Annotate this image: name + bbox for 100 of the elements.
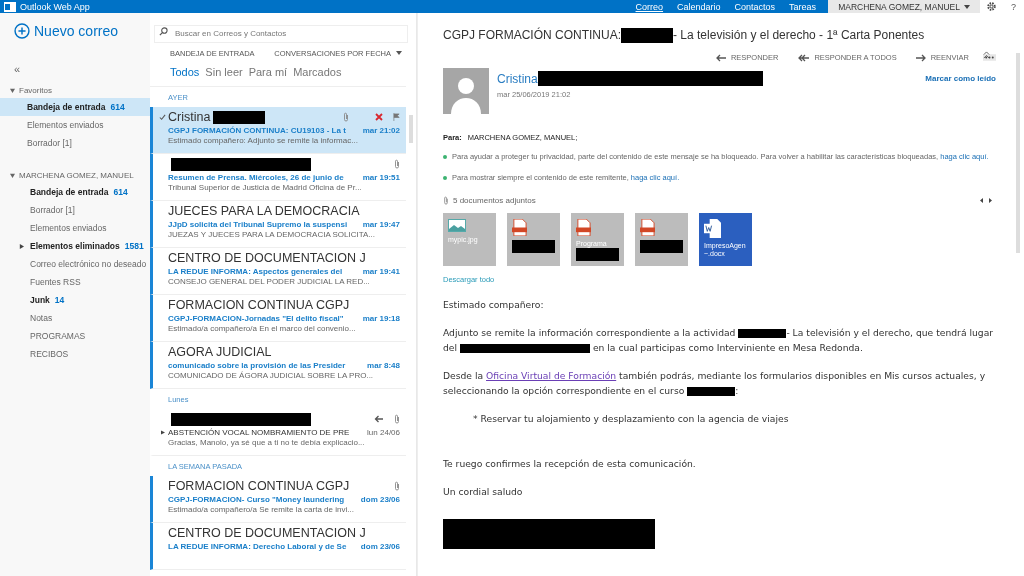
search-field[interactable]: Buscar en Correos y Contactos <box>154 24 408 43</box>
message-item[interactable]: Resumen de Prensa. Miércoles, 26 de junio de mar 19:51 Tribunal Superior de Justicia de Madrid Oficina de Pr... <box>150 153 406 201</box>
folder-item[interactable]: Correo electrónico no deseado <box>0 255 150 273</box>
folder-item[interactable]: Junk 14 <box>0 291 150 309</box>
left-right-arrows-icon[interactable] <box>980 198 992 203</box>
message-item[interactable]: FORMACION CONTINUA CGPJ CGPJ-FORMACION- Curso "Money laundering dom 23/06 Estimado/a compañero/a Se remite la carta de invi... <box>150 475 406 523</box>
message-preview: Estimado/a compañero/a En el marco del convenio... <box>168 323 357 335</box>
sender-name: AGORA JUDICIAL <box>168 345 272 359</box>
redaction-block <box>576 248 619 261</box>
message-item[interactable]: AGORA JUDICIAL comunicado sobre la provisión de las Presider mar 8:48 COMUNICADO DE ÁGORA JUDICIAL SOBRE LA PRO... <box>150 341 406 389</box>
folder-name: Bandeja de entrada <box>30 187 109 197</box>
paperclip-icon <box>394 481 400 491</box>
folder-item[interactable]: Elementos enviados <box>0 116 150 134</box>
unread-count: 614 <box>110 102 125 112</box>
attachments-count: 5 documentos adjuntos <box>453 196 536 205</box>
delete-icon[interactable] <box>375 113 383 121</box>
message-item[interactable]: CENTRO DE DOCUMENTACION J LA REDUE INFORMA: Derecho Laboral y de Se dom 23/06 <box>150 522 406 570</box>
flag-icon[interactable] <box>393 113 400 121</box>
check-icon[interactable] <box>159 113 166 121</box>
body-paragraph: Un cordial saludo <box>443 485 524 499</box>
folder-item[interactable]: Elementos eliminados 1581 <box>0 237 150 255</box>
folder-name: Elementos eliminados <box>30 241 120 251</box>
expand-triangle-icon[interactable] <box>10 173 15 178</box>
mark-as-read-link[interactable]: Marcar como leído <box>925 68 996 83</box>
folder-item[interactable]: Bandeja de entrada 614 <box>0 98 150 116</box>
nav-tab[interactable]: Calendario <box>677 1 721 12</box>
message-item[interactable]: CENTRO DE DOCUMENTACION J LA REDUE INFORMA: Aspectos generales del mar 19:41 CONSEJO GENERAL DEL PODER JUDICIAL LA RED... <box>150 247 406 295</box>
unread-count: 1581 <box>124 241 144 251</box>
collapse-button[interactable]: « <box>14 63 21 75</box>
folder-name: Fuentes RSS <box>30 277 81 287</box>
message-item[interactable]: Cristina CGPJ FORMACIÓN CONTINUA: CU19103 - La t mar 21:02 Estimado compañero: Adjunto se remite la informac... <box>150 106 406 154</box>
paperclip-icon <box>443 196 449 205</box>
scrollbar-thumb[interactable] <box>1016 53 1020 253</box>
message-preview: JUEZAS Y JUECES PARA LA DEMOCRACIA SOLICITA... <box>168 229 377 241</box>
paperclip-icon <box>394 159 400 169</box>
image-file-icon <box>448 219 466 232</box>
scrollbar-thumb[interactable] <box>409 115 413 143</box>
expand-triangle-icon[interactable] <box>19 243 24 249</box>
pdf-file-icon <box>576 219 591 236</box>
folder-item[interactable]: Fuentes RSS <box>0 273 150 291</box>
folder-name: Bandeja de entrada <box>27 102 106 112</box>
app-name: Outlook Web App <box>20 1 90 12</box>
nav-tab[interactable]: Tareas <box>789 1 817 12</box>
message-subject: JJpD solicita del Tribunal Supremo la suspensi <box>168 219 349 229</box>
body-paragraph: Estimado compañero: <box>443 298 545 312</box>
expand-triangle-icon[interactable] <box>10 88 15 93</box>
folder-item[interactable]: RECIBOS <box>0 345 150 363</box>
message-preview: COMUNICADO DE ÁGORA JUDICIAL SOBRE LA PRO... <box>168 370 375 382</box>
redaction-block <box>213 110 266 124</box>
double-chevron-up-icon[interactable] <box>983 51 990 59</box>
sender-name: FORMACION CONTINUA CGPJ <box>168 298 350 312</box>
reply-arrow-icon <box>714 53 727 62</box>
message-item[interactable]: FORMACION CONTINUA CGPJ CGPJ-FORMACION-Jornadas "El delito fiscal" mar 19:18 Estimado/a compañero/a En el marco del convenio... <box>150 294 406 342</box>
folder-item[interactable]: Notas <box>0 309 150 327</box>
sender-name: Cristina <box>168 110 266 124</box>
redaction-block <box>738 328 787 339</box>
filter-tab[interactable]: Sin leer <box>205 65 243 78</box>
filter-tab[interactable]: Marcados <box>293 65 342 78</box>
body-paragraph: Desde la Oficina Virtual de Formación también podrás, mediante los formularios disponibles en Mis cursos actuales, y seleccionando la opción correspondiente en el curso : <box>443 369 987 398</box>
message-preview: Tribunal Superior de Justicia de Madrid Oficina de Pr... <box>168 182 363 194</box>
sender-name: FORMACION CONTINUA CGPJ <box>168 479 350 493</box>
filter-tab[interactable]: Para mí <box>248 65 288 78</box>
folder-item[interactable]: Borrador [1] <box>0 201 150 219</box>
redaction-block <box>512 240 555 253</box>
message-subject: comunicado sobre la provisión de las Presider <box>168 360 347 370</box>
message-item[interactable]: ABSTENCIÓN VOCAL NOMBRAMIENTO DE PRE lun 24/06 Gracias, Manolo, ya sé que a ti no te debía explicacio... <box>150 408 406 456</box>
reply-arrow-icon <box>374 415 384 423</box>
message-subject: LA REDUE INFORMA: Aspectos generales del <box>168 266 344 276</box>
message-time: mar 19:47 <box>362 219 400 229</box>
body-paragraph: Adjunto se remite la información correspondiente a la actividad - La televisión y el derecho, que tendrá lugar del en la cual participas como Interviniente en Mesa Redonda. <box>443 326 995 355</box>
user-menu[interactable]: MARCHENA GOMEZ, MANUEL <box>828 0 980 13</box>
nav-tab[interactable]: Correo <box>635 1 664 12</box>
section-title: MARCHENA GOMEZ, MANUEL <box>19 171 134 180</box>
sender-name: JUECES PARA LA DEMOCRACIA <box>168 204 360 218</box>
pdf-file-icon <box>512 219 527 236</box>
message-subject-title: CGPJ FORMACIÓN CONTINUA: - La televisión y el derecho - 1ª Carta Ponentes <box>443 27 925 43</box>
message-subject: CGPJ-FORMACION-Jornadas "El delito fiscal" <box>168 313 345 323</box>
attachment-tile[interactable] <box>507 213 560 266</box>
link[interactable]: Oficina Virtual de Formación <box>486 370 617 381</box>
message-time: mar 19:41 <box>362 266 400 276</box>
expand-triangle-icon[interactable] <box>161 429 165 435</box>
new-mail-button[interactable]: Nuevo correo <box>0 23 119 39</box>
nav-tab[interactable]: Contactos <box>734 1 776 12</box>
paperclip-icon <box>343 112 349 122</box>
more-options-icon[interactable] <box>983 54 996 61</box>
folder-item[interactable]: Elementos enviados <box>0 219 150 237</box>
folder-item[interactable]: Bandeja de entrada 614 <box>0 183 150 201</box>
attachment-tile[interactable] <box>635 213 688 266</box>
message-subject: CGPJ FORMACIÓN CONTINUA: CU19103 - La t <box>168 125 347 135</box>
help-button[interactable]: ? <box>1003 0 1024 13</box>
message-time: dom 23/06 <box>360 541 400 551</box>
folder-item[interactable]: PROGRAMAS <box>0 327 150 345</box>
message-subject: Resumen de Prensa. Miércoles, 26 de junio de <box>168 172 345 182</box>
message-item[interactable]: JUECES PARA LA DEMOCRACIA JJpD solicita del Tribunal Supremo la suspensi mar 19:47 JUEZAS Y JUECES PARA LA DEMOCRACIA SOLICITA... <box>150 200 406 248</box>
filter-tab[interactable]: Todos <box>170 65 200 78</box>
folder-item[interactable]: Borrador [1] <box>0 134 150 152</box>
body-paragraph: * Reservar tu alojamiento y desplazamiento con la agencia de viajes <box>472 412 790 426</box>
message-preview: CONSEJO GENERAL DEL PODER JUDICIAL LA RED... <box>168 276 371 288</box>
message-preview: Estimado/a compañero/a Se remite la carta de invi... <box>168 504 355 516</box>
reply-all-arrow-icon <box>796 53 811 62</box>
